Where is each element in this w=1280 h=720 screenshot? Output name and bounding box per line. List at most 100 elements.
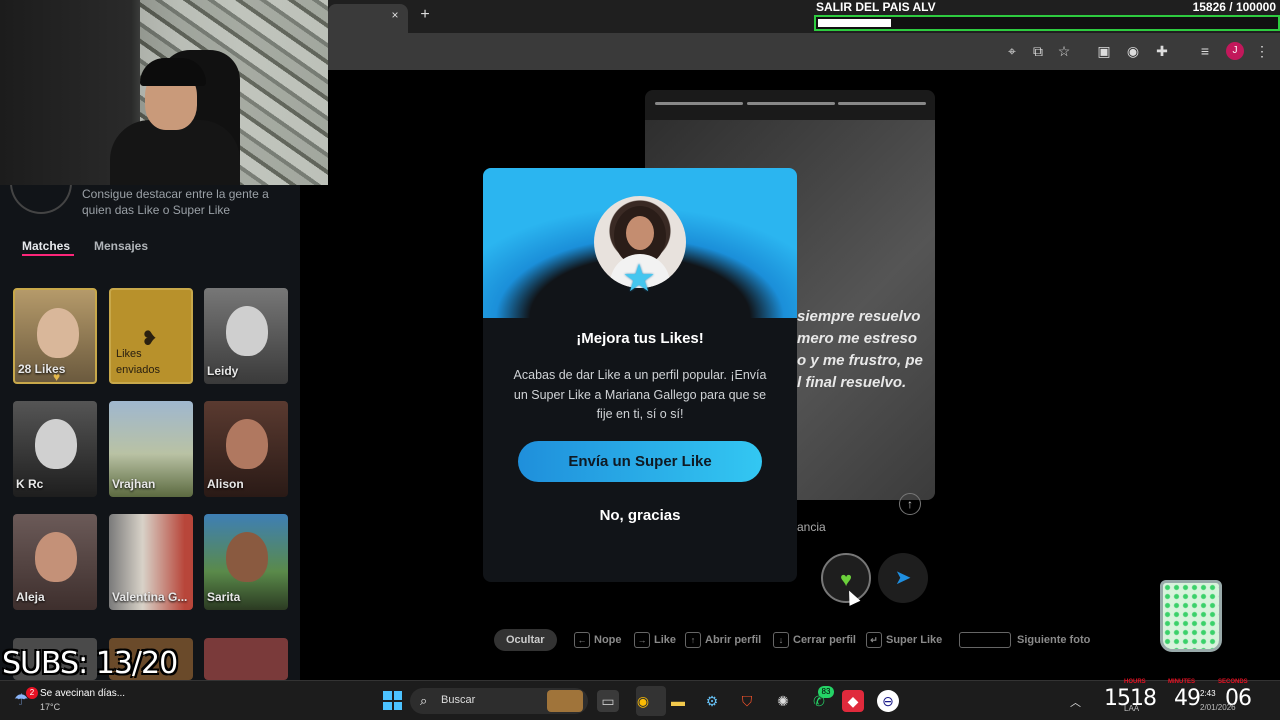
space-key-icon xyxy=(959,632,1011,649)
shortcut-open-profile: ↑ Abrir perfil xyxy=(685,629,761,651)
weather-title[interactable]: Se avecinan días... xyxy=(40,688,125,699)
profile-avatar[interactable]: J xyxy=(1226,42,1244,60)
tab-matches[interactable]: Matches xyxy=(22,239,70,253)
match-name: K Rc xyxy=(16,477,44,491)
search-icon: ⌕ xyxy=(420,693,428,708)
match-name: Vrajhan xyxy=(112,477,156,491)
trash-bin-overlay xyxy=(1160,580,1222,652)
shortcut-close-profile: ↓ Cerrar perfil xyxy=(773,629,856,651)
profile-photo xyxy=(226,532,268,582)
input-language: LAA xyxy=(1124,704,1140,713)
app-icon[interactable]: ◆ xyxy=(842,690,864,712)
webcam-overlay xyxy=(0,0,328,185)
heart-icon: ♥ xyxy=(840,569,852,591)
goal-progress-track xyxy=(814,15,1280,31)
extension-icon[interactable]: ▣ xyxy=(1095,42,1113,60)
match-name: Sarita xyxy=(207,590,241,604)
photo-progress-segment xyxy=(747,102,835,105)
enter-key-icon: ↵ xyxy=(866,632,882,649)
goal-progress-fill xyxy=(818,19,891,27)
shortcut-like: → Like xyxy=(634,629,676,651)
match-card[interactable]: K Rc xyxy=(13,401,97,497)
super-like-star-icon: ★ xyxy=(622,258,657,300)
modal-body-text: Acabas de dar Like a un perfil popular. … xyxy=(513,368,767,421)
match-name: Valentina G... xyxy=(112,590,188,604)
brave-icon[interactable]: ⛉ xyxy=(736,690,758,712)
hide-shortcuts-button[interactable]: Ocultar xyxy=(494,629,557,651)
extension-icon[interactable]: ◉ xyxy=(1124,42,1142,60)
bookmark-star-icon[interactable]: ☆ xyxy=(1055,42,1073,60)
install-app-icon[interactable]: ⧉ xyxy=(1029,42,1047,60)
match-card[interactable]: Sarita xyxy=(204,514,288,610)
left-arrow-key-icon: ← xyxy=(574,632,590,649)
up-arrow-key-icon: ↑ xyxy=(685,632,701,649)
send-super-like-button[interactable]: Envía un Super Like xyxy=(518,441,762,482)
promo-text: Consigue destacar entre la gente a quien… xyxy=(82,187,269,217)
shortcut-next-photo: Siguiente foto xyxy=(959,629,1090,651)
likes-sent-label: Likes enviados xyxy=(116,348,161,376)
photo-progress-segment xyxy=(655,102,743,105)
shortcut-nope: ← Nope xyxy=(574,629,622,651)
boost-button[interactable]: ➤ xyxy=(878,553,928,603)
distance-text: ancia xyxy=(797,520,826,534)
start-button[interactable] xyxy=(383,691,402,710)
profile-photo xyxy=(226,306,268,356)
match-card[interactable]: Alison xyxy=(204,401,288,497)
puzzle-icon[interactable]: ✚ xyxy=(1153,42,1171,60)
right-arrow-key-icon: → xyxy=(634,632,650,649)
open-profile-icon[interactable]: ↑ xyxy=(899,493,921,515)
weather-temperature: 17°C xyxy=(40,702,61,712)
subs-counter: SUBS: 13/20 xyxy=(2,646,178,681)
match-name: Aleja xyxy=(16,590,45,604)
profile-photo xyxy=(35,532,77,582)
send-icon: ➤ xyxy=(894,567,912,589)
search-highlight-icon[interactable] xyxy=(547,690,583,712)
chrome-icon[interactable]: ◉ xyxy=(632,690,654,712)
tray-expand-icon[interactable]: ︿ xyxy=(1070,694,1081,710)
goal-count: 15826 / 100000 xyxy=(1192,0,1276,14)
file-explorer-icon[interactable]: ▬ xyxy=(667,690,689,712)
tab-active-indicator xyxy=(22,254,74,256)
likes-card[interactable]: 28 Likes ♥ xyxy=(13,288,97,384)
modal-title: ¡Mejora tus Likes! xyxy=(576,330,704,347)
tab-close-icon[interactable]: × xyxy=(388,8,402,22)
task-view-icon[interactable]: ▭ xyxy=(597,690,619,712)
match-name: Alison xyxy=(207,477,244,491)
media-controls-icon[interactable]: ≡ xyxy=(1196,42,1214,60)
match-card[interactable]: Leidy xyxy=(204,288,288,384)
clock-minutes: 49 xyxy=(1174,686,1201,711)
screen: × + ⌖ ⧉ ☆ ▣ ◉ ✚ ≡ ⋮ J SALIR DEL PAIS ALV… xyxy=(0,0,1280,720)
goal-overlay: SALIR DEL PAIS ALV 15826 / 100000 xyxy=(812,0,1280,32)
whatsapp-badge: 83 xyxy=(818,686,834,698)
avatar-face xyxy=(626,216,654,250)
shortcut-super-like: ↵ Super Like xyxy=(866,629,942,651)
profile-photo xyxy=(35,419,77,469)
likes-sent-card[interactable]: ❥ Likes enviados xyxy=(109,288,193,384)
goal-title: SALIR DEL PAIS ALV xyxy=(816,0,936,14)
match-name: Leidy xyxy=(207,364,239,378)
no-thanks-button[interactable]: No, gracias xyxy=(483,507,797,524)
search-label: Buscar xyxy=(441,694,476,706)
webcam-person-cap xyxy=(140,58,206,86)
photo-progress-segment xyxy=(838,102,926,105)
match-card[interactable] xyxy=(204,638,288,680)
new-tab-button[interactable]: + xyxy=(417,7,433,23)
match-card[interactable]: Aleja xyxy=(13,514,97,610)
upgrade-likes-modal: ★ ¡Mejora tus Likes! Acabas de dar Like … xyxy=(483,168,797,582)
notification-badge: 2 xyxy=(26,687,38,699)
system-date: 2/01/2026 xyxy=(1200,703,1236,712)
seconds-label: SECONDS xyxy=(1218,679,1248,685)
tab-mensajes[interactable]: Mensajes xyxy=(94,239,148,253)
steam-icon[interactable]: ⚙ xyxy=(701,690,723,712)
system-time: 2:43 xyxy=(1200,689,1216,698)
profile-photo xyxy=(226,419,268,469)
location-icon[interactable]: ⌖ xyxy=(1003,42,1021,60)
chatgpt-icon[interactable]: ✺ xyxy=(772,690,794,712)
gold-heart-icon: ♥ xyxy=(53,370,61,384)
match-card[interactable]: Valentina G... xyxy=(109,514,193,610)
more-menu-icon[interactable]: ⋮ xyxy=(1253,42,1271,60)
profile-photo xyxy=(37,308,79,358)
app-icon[interactable]: ⊖ xyxy=(877,690,899,712)
hours-label: HOURS xyxy=(1124,679,1146,685)
match-card[interactable]: Vrajhan xyxy=(109,401,193,497)
